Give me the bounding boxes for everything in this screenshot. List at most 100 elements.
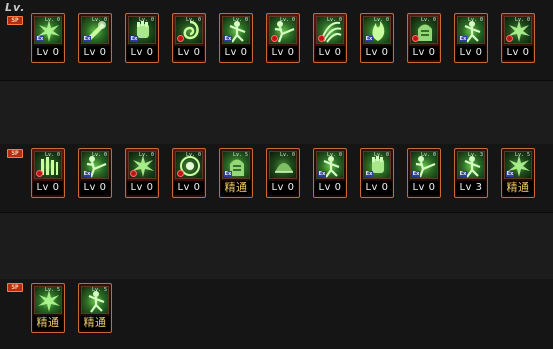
skill-slot[interactable]: Lv. 0 Ex Lv 0	[360, 13, 394, 63]
skill-fist-icon[interactable]: Lv. 0 Ex	[363, 151, 391, 179]
skill-orb-icon[interactable]: Lv. 0	[175, 151, 203, 179]
skill-claw-icon[interactable]: Lv. 0	[316, 16, 344, 44]
skill-level-label: Lv 0	[409, 181, 439, 195]
level-header: Lv.	[5, 1, 26, 14]
skill-level-label: Lv 0	[174, 46, 204, 60]
skill-slot[interactable]: Lv. 5 Ex 精通	[501, 148, 535, 198]
skill-fighter-icon[interactable]: Lv. 0 Ex	[222, 16, 250, 44]
empty-band	[0, 81, 553, 144]
skill-strike-icon[interactable]: Lv. 0 Ex	[81, 16, 109, 44]
skill-slot[interactable]: Lv. 0 Lv 0	[313, 13, 347, 63]
skill-level-label: Lv 0	[33, 181, 63, 195]
skill-kick-icon[interactable]: Lv. 0	[269, 16, 297, 44]
icon-level-text: Lv. 5	[514, 152, 530, 158]
ex-badge-icon: Ex	[412, 171, 420, 177]
empty-band	[0, 213, 553, 279]
skill-burst-icon[interactable]: Lv. 5 Ex	[504, 151, 532, 179]
icon-level-text: Lv. 5	[44, 287, 60, 293]
skill-muscle-icon[interactable]: Lv. 0	[410, 16, 438, 44]
skill-muscle-icon[interactable]: Lv. 5 Ex	[222, 151, 250, 179]
skill-fighter-icon[interactable]: Lv. 0 Ex	[316, 151, 344, 179]
skill-level-label: Lv 0	[315, 46, 345, 60]
skill-level-label: Lv 0	[362, 181, 392, 195]
skill-slot[interactable]: Lv. 5 Ex 精通	[219, 148, 253, 198]
skill-burst-icon[interactable]: Lv. 0 Ex	[34, 16, 62, 44]
skill-slot[interactable]: Lv. 0 Lv 0	[266, 148, 300, 198]
skill-burst-icon[interactable]: Lv. 5	[34, 286, 62, 314]
mastery-label: 精通	[221, 181, 251, 195]
ex-badge-icon: Ex	[365, 171, 373, 177]
red-warning-icon	[177, 170, 184, 177]
ex-badge-icon: Ex	[83, 36, 91, 42]
icon-level-text: Lv. 0	[326, 152, 342, 158]
skill-fighter-icon[interactable]: Lv. 0 Ex	[457, 16, 485, 44]
icon-level-text: Lv. 0	[44, 152, 60, 158]
skill-level-label: Lv 0	[456, 46, 486, 60]
icon-level-text: Lv. 0	[232, 17, 248, 23]
skill-slot[interactable]: Lv. 0 Lv 0	[407, 13, 441, 63]
ex-badge-icon: Ex	[224, 171, 232, 177]
icon-level-text: Lv. 0	[373, 152, 389, 158]
mastery-label: 精通	[80, 316, 110, 330]
icon-level-text: Lv. 0	[44, 17, 60, 23]
icon-level-text: Lv. 0	[279, 17, 295, 23]
skill-slot[interactable]: Lv. 0 Lv 0	[172, 148, 206, 198]
skill-burst-icon[interactable]: Lv. 0	[128, 151, 156, 179]
icon-level-text: Lv. 0	[279, 152, 295, 158]
red-warning-icon	[318, 35, 325, 42]
skill-fist-icon[interactable]: Lv. 0 Ex	[128, 16, 156, 44]
red-warning-icon	[271, 35, 278, 42]
skill-level-label: Lv 0	[127, 181, 157, 195]
icon-level-text: Lv. 3	[467, 152, 483, 158]
skill-slot[interactable]: Lv. 0 Ex Lv 0	[219, 13, 253, 63]
icon-level-text: Lv. 0	[91, 152, 107, 158]
icon-level-text: Lv. 0	[138, 17, 154, 23]
icon-level-text: Lv. 5	[91, 287, 107, 293]
skill-kick-icon[interactable]: Lv. 0 Ex	[81, 151, 109, 179]
skill-level-label: Lv 0	[409, 46, 439, 60]
red-warning-icon	[412, 35, 419, 42]
icon-level-text: Lv. 0	[326, 17, 342, 23]
skill-level-label: Lv 0	[127, 46, 157, 60]
icon-level-text: Lv. 5	[232, 152, 248, 158]
skill-slot[interactable]: Lv. 0 Lv 0	[266, 13, 300, 63]
ex-badge-icon: Ex	[318, 171, 326, 177]
ex-badge-icon: Ex	[459, 36, 467, 42]
skill-slot[interactable]: Lv. 0 Ex Lv 0	[31, 13, 65, 63]
skill-swirl-icon[interactable]: Lv. 0	[175, 16, 203, 44]
red-warning-icon	[506, 35, 513, 42]
skill-slot[interactable]: Lv. 0 Lv 0	[125, 148, 159, 198]
skill-level-label: Lv 0	[174, 181, 204, 195]
red-warning-icon	[36, 170, 43, 177]
skill-fighter-icon[interactable]: Lv. 3 Ex	[457, 151, 485, 179]
skill-burst-icon[interactable]: Lv. 0	[504, 16, 532, 44]
icon-level-text: Lv. 0	[420, 17, 436, 23]
skill-slot[interactable]: Lv. 0 Lv 0	[31, 148, 65, 198]
skill-slot[interactable]: Lv. 0 Ex Lv 0	[125, 13, 159, 63]
skill-level-label: Lv 0	[33, 46, 63, 60]
skill-slot[interactable]: Lv. 0 Lv 0	[501, 13, 535, 63]
skill-kick-icon[interactable]: Lv. 0 Ex	[410, 151, 438, 179]
icon-level-text: Lv. 0	[185, 152, 201, 158]
skill-slot[interactable]: Lv. 3 Ex Lv 3	[454, 148, 488, 198]
skill-slot[interactable]: Lv. 0 Ex Lv 0	[360, 148, 394, 198]
skill-slot[interactable]: Lv. 0 Ex Lv 0	[454, 13, 488, 63]
skill-slot[interactable]: Lv. 0 Ex Lv 0	[78, 148, 112, 198]
icon-level-text: Lv. 0	[91, 17, 107, 23]
skill-slot[interactable]: Lv. 0 Ex Lv 0	[313, 148, 347, 198]
skill-slot[interactable]: Lv. 0 Lv 0	[172, 13, 206, 63]
skill-slot[interactable]: Lv. 0 Ex Lv 0	[407, 148, 441, 198]
ex-badge-icon: Ex	[83, 171, 91, 177]
skill-flame-icon[interactable]: Lv. 0 Ex	[363, 16, 391, 44]
skill-fighter-icon[interactable]: Lv. 5	[81, 286, 109, 314]
skill-dome-icon[interactable]: Lv. 0	[269, 151, 297, 179]
skill-slot[interactable]: Lv. 5 精通	[31, 283, 65, 333]
red-warning-icon	[130, 170, 137, 177]
skill-slot[interactable]: Lv. 0 Ex Lv 0	[78, 13, 112, 63]
skill-slot[interactable]: Lv. 5 精通	[78, 283, 112, 333]
ex-badge-icon: Ex	[459, 171, 467, 177]
ex-badge-icon: Ex	[224, 36, 232, 42]
mastery-label: 精通	[503, 181, 533, 195]
icon-level-text: Lv. 0	[185, 17, 201, 23]
skill-bars-icon[interactable]: Lv. 0	[34, 151, 62, 179]
